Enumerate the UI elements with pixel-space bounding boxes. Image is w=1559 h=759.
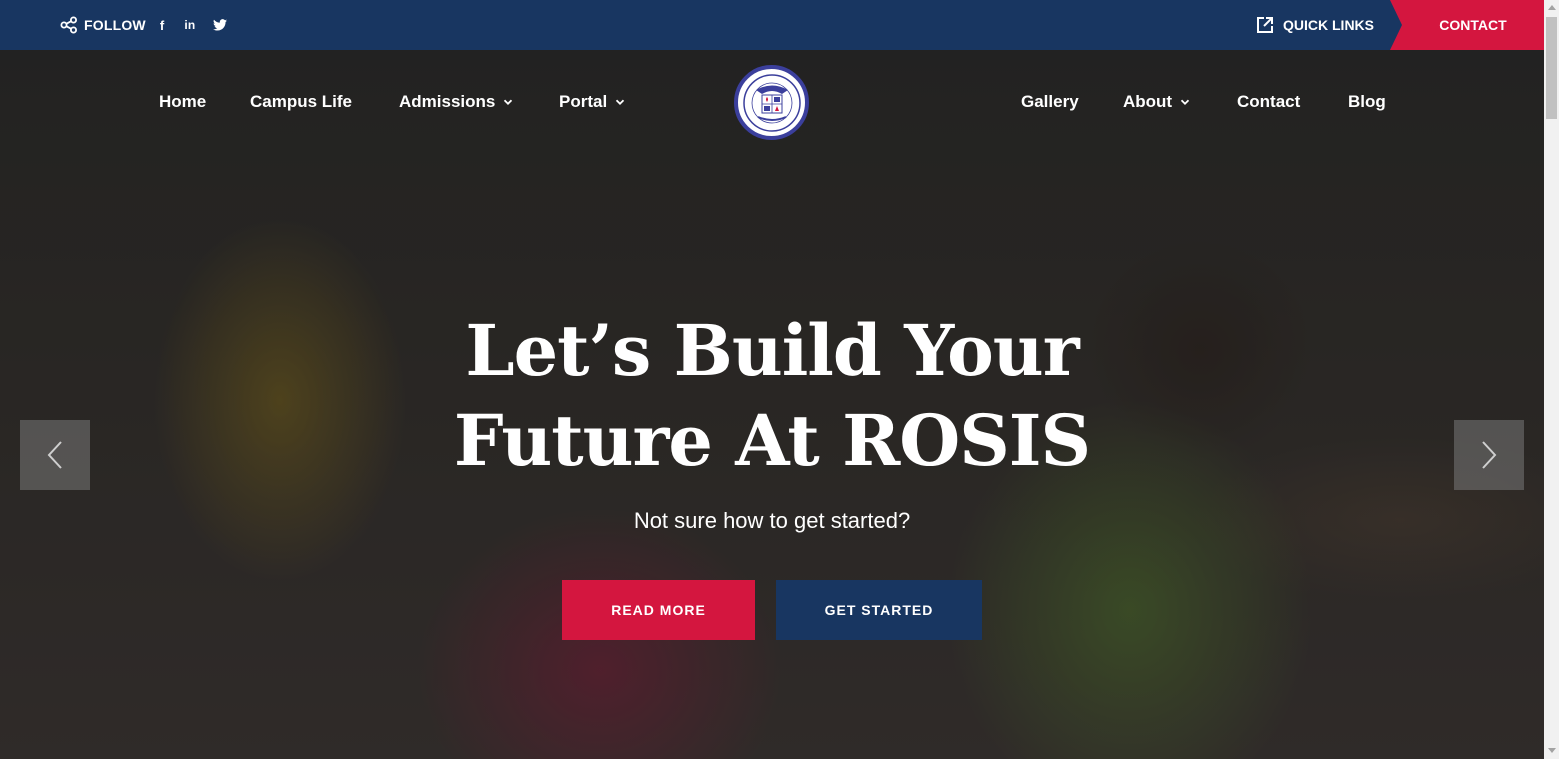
- get-started-button[interactable]: GET STARTED: [776, 580, 982, 640]
- nav-home[interactable]: Home: [159, 91, 206, 113]
- read-more-button[interactable]: READ MORE: [562, 580, 755, 640]
- slider-next-button[interactable]: [1454, 420, 1524, 490]
- hero-headline-line-1: Let’s Build Your: [465, 309, 1079, 392]
- nav-portal[interactable]: Portal: [559, 91, 625, 113]
- external-link-icon: [1257, 17, 1273, 33]
- nav-label: Contact: [1237, 92, 1301, 111]
- quick-links[interactable]: QUICK LINKS: [1256, 0, 1374, 50]
- facebook-icon[interactable]: f: [160, 18, 165, 33]
- share-icon: [60, 16, 77, 34]
- linkedin-icon[interactable]: in: [184, 18, 195, 32]
- chevron-down-icon: [1180, 99, 1190, 105]
- chevron-down-icon: [616, 99, 625, 105]
- slider-prev-button[interactable]: [20, 420, 90, 490]
- nav-blog[interactable]: Blog: [1348, 91, 1386, 113]
- follow-label: FOLLOW: [84, 17, 146, 33]
- nav-gallery[interactable]: Gallery: [1021, 91, 1079, 113]
- contact-button[interactable]: CONTACT: [1390, 0, 1544, 50]
- nav-label: Blog: [1348, 92, 1386, 111]
- chevron-left-icon: [47, 441, 62, 469]
- nav-label: About: [1123, 92, 1173, 111]
- nav-label: Admissions: [399, 92, 496, 111]
- school-logo[interactable]: [734, 65, 809, 140]
- nav-label: Campus Life: [250, 92, 353, 111]
- contact-label: CONTACT: [1439, 17, 1507, 33]
- quick-links-label: QUICK LINKS: [1283, 17, 1374, 33]
- follow-group: FOLLOW f in: [60, 0, 228, 50]
- nav-label: Gallery: [1021, 92, 1079, 111]
- twitter-icon[interactable]: [213, 19, 228, 31]
- nav-contact[interactable]: Contact: [1237, 91, 1300, 113]
- scrollbar-thumb[interactable]: [1546, 17, 1557, 119]
- hero-subtitle: Not sure how to get started?: [633, 508, 911, 533]
- chevron-down-icon: [504, 99, 513, 105]
- nav-about[interactable]: About: [1123, 91, 1190, 113]
- page-scrollbar[interactable]: [1544, 0, 1559, 759]
- top-bar: FOLLOW f in QUICK LINKS CONTACT: [0, 0, 1544, 50]
- nav-label: Portal: [559, 92, 608, 111]
- nav-admissions[interactable]: Admissions: [399, 91, 513, 113]
- hero-headline: Let’s Build Your Future At ROSIS: [440, 306, 1104, 486]
- school-crest-icon: [742, 73, 801, 132]
- scroll-down-icon[interactable]: [1548, 748, 1556, 753]
- chevron-right-icon: [1482, 441, 1497, 469]
- nav-campus-life[interactable]: Campus Life: [250, 91, 352, 113]
- hero-headline-line-2: Future At ROSIS: [453, 399, 1091, 482]
- nav-label: Home: [159, 92, 207, 111]
- scroll-up-icon[interactable]: [1548, 5, 1556, 10]
